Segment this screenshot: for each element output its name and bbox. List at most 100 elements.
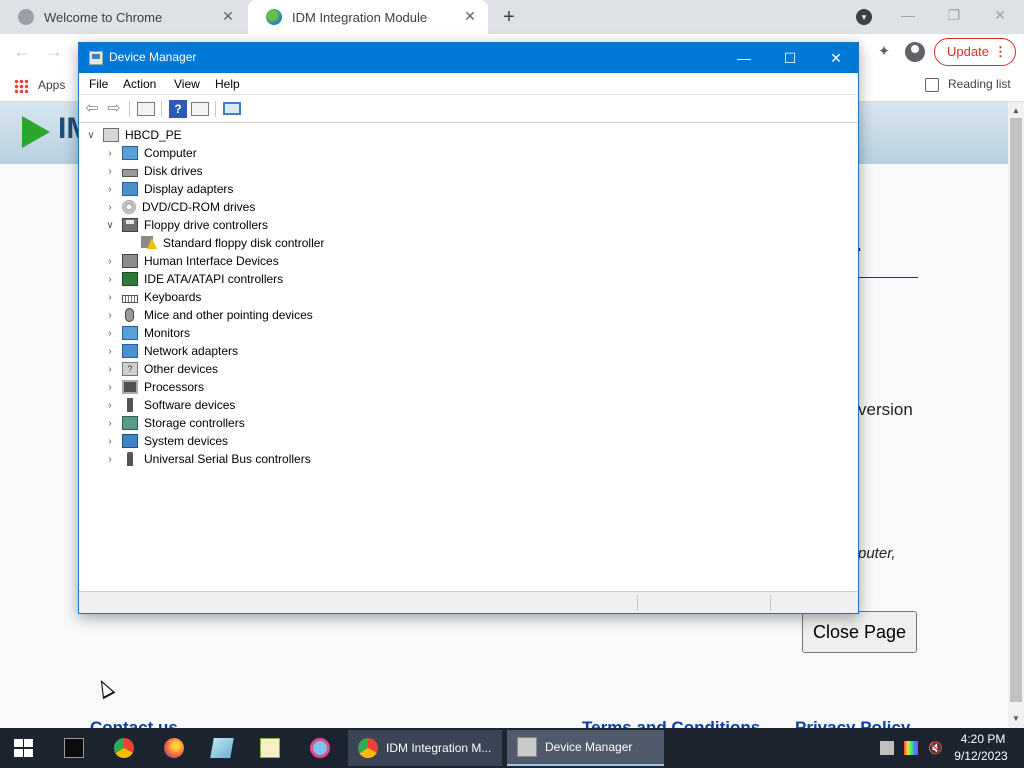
tree-item-computer[interactable]: › Computer [104, 144, 197, 162]
tree-item-keyboards[interactable]: › Keyboards [104, 288, 201, 306]
reading-list-icon[interactable] [925, 78, 939, 92]
properties-icon[interactable] [191, 102, 209, 116]
show-hide-console-tree-icon[interactable] [137, 102, 155, 116]
volume-muted-icon[interactable]: 🔇 [928, 741, 943, 755]
profile-avatar-icon[interactable] [905, 42, 925, 62]
tree-item-other-devices[interactable]: › ? Other devices [104, 360, 218, 378]
minimize-icon[interactable]: — [721, 43, 767, 73]
close-page-button[interactable]: Close Page [802, 611, 917, 653]
expand-chevron-icon[interactable]: › [104, 418, 116, 429]
tree-item-disk-drives[interactable]: › Disk drives [104, 162, 202, 180]
menu-action[interactable]: Action [123, 77, 156, 91]
computer-icon [122, 146, 138, 160]
taskbar-cmd[interactable] [50, 728, 98, 768]
collapse-chevron-icon[interactable]: ∨ [104, 220, 116, 231]
taskbar-chrome[interactable] [100, 728, 148, 768]
expand-chevron-icon[interactable]: › [104, 328, 116, 339]
tab-search-icon[interactable]: ▾ [856, 9, 872, 25]
close-tab-icon[interactable]: ✕ [462, 8, 478, 24]
expand-chevron-icon[interactable]: › [104, 436, 116, 447]
tree-item-standard-floppy-controller[interactable]: Standard floppy disk controller [141, 234, 324, 252]
menu-view[interactable]: View [174, 77, 200, 91]
menu-help[interactable]: Help [215, 77, 240, 91]
toolbar-separator [129, 101, 130, 117]
taskbar-notepad[interactable] [198, 728, 246, 768]
terms-link[interactable]: Terms and Conditions [582, 718, 760, 728]
device-manager-window: Device Manager — ☐ ✕ File Action View He… [78, 42, 859, 614]
scroll-down-icon[interactable]: ▼ [1008, 712, 1024, 726]
close-icon[interactable]: ✕ [813, 43, 859, 73]
browser-restore-icon[interactable]: ❐ [942, 4, 966, 26]
forward-icon[interactable]: ⇨ [105, 100, 123, 118]
taskbar-firefox[interactable] [150, 728, 198, 768]
tree-item-mice[interactable]: › Mice and other pointing devices [104, 306, 313, 324]
display-adapter-icon [122, 182, 138, 196]
tree-item-storage-controllers[interactable]: › Storage controllers [104, 414, 245, 432]
expand-chevron-icon[interactable]: › [104, 166, 116, 177]
back-arrow-icon[interactable]: ← [12, 42, 32, 62]
expand-chevron-icon[interactable]: › [104, 184, 116, 195]
device-manager-title-bar[interactable]: Device Manager — ☐ ✕ [79, 43, 858, 73]
expand-chevron-icon[interactable]: › [104, 346, 116, 357]
scan-hardware-icon[interactable] [223, 102, 241, 115]
network-tray-icon[interactable] [880, 741, 894, 755]
tree-item-floppy-controllers[interactable]: ∨ Floppy drive controllers [104, 216, 268, 234]
update-button[interactable]: Update ⋮ [934, 38, 1016, 66]
expand-chevron-icon[interactable]: › [104, 274, 116, 285]
more-menu-icon[interactable]: ⋮ [994, 39, 1007, 65]
expand-chevron-icon[interactable]: › [104, 202, 116, 213]
tree-item-processors[interactable]: › Processors [104, 378, 204, 396]
scrollbar-thumb[interactable] [1010, 118, 1022, 702]
help-icon[interactable]: ? [169, 100, 187, 118]
tree-item-monitors[interactable]: › Monitors [104, 324, 190, 342]
expand-chevron-icon[interactable]: › [104, 148, 116, 159]
back-icon[interactable]: ⇦ [83, 100, 101, 118]
expand-chevron-icon[interactable]: › [104, 454, 116, 465]
reading-list-button[interactable]: Reading list [948, 77, 1011, 91]
scroll-up-icon[interactable]: ▲ [1008, 104, 1024, 118]
expand-chevron-icon[interactable]: › [104, 256, 116, 267]
expand-chevron-icon[interactable]: › [104, 292, 116, 303]
maximize-icon[interactable]: ☐ [767, 43, 813, 73]
privacy-policy-link[interactable]: Privacy Policy [795, 718, 910, 728]
expand-chevron-icon[interactable]: › [104, 382, 116, 393]
browser-close-icon[interactable]: ✕ [988, 4, 1012, 26]
tree-item-system-devices[interactable]: › System devices [104, 432, 228, 450]
tab-welcome[interactable]: Welcome to Chrome ✕ [0, 0, 246, 34]
browser-minimize-icon[interactable]: — [896, 4, 920, 26]
expand-chevron-icon[interactable]: › [104, 310, 116, 321]
task-idm-chrome[interactable]: IDM Integration M... [348, 730, 502, 766]
display-tray-icon[interactable] [904, 741, 918, 755]
close-tab-icon[interactable]: ✕ [220, 8, 236, 24]
collapse-chevron-icon[interactable]: ∨ [85, 130, 97, 141]
usb-icon [127, 452, 133, 466]
tree-item-usb-controllers[interactable]: › Universal Serial Bus controllers [104, 450, 311, 468]
expand-chevron-icon[interactable]: › [104, 364, 116, 375]
new-tab-button[interactable]: + [498, 6, 520, 28]
expand-chevron-icon[interactable]: › [104, 400, 116, 411]
tree-item-network-adapters[interactable]: › Network adapters [104, 342, 238, 360]
tree-item-display-adapters[interactable]: › Display adapters [104, 180, 233, 198]
apps-bookmark[interactable]: Apps [38, 78, 65, 92]
taskbar-notepad-plus[interactable] [246, 728, 294, 768]
menu-file[interactable]: File [89, 77, 108, 91]
taskbar-tool[interactable] [296, 728, 344, 768]
forward-arrow-icon[interactable]: → [44, 42, 64, 62]
clock-date[interactable]: 9/12/2023 [948, 749, 1014, 763]
tab-idm-integration[interactable]: IDM Integration Module ✕ [248, 0, 488, 34]
tree-item-dvd-drives[interactable]: › DVD/CD-ROM drives [104, 198, 255, 216]
tree-root[interactable]: ∨ HBCD_PE [85, 126, 182, 144]
extensions-puzzle-icon[interactable]: ✦ [874, 42, 894, 62]
tree-item-hid[interactable]: › Human Interface Devices [104, 252, 279, 270]
status-separator [637, 595, 638, 611]
page-scrollbar[interactable]: ▲ ▼ [1008, 102, 1024, 728]
ide-controller-icon [122, 272, 138, 286]
apps-grid-icon[interactable] [14, 79, 28, 93]
start-button[interactable] [0, 728, 48, 768]
tree-item-ide-controllers[interactable]: › IDE ATA/ATAPI controllers [104, 270, 283, 288]
clock-time[interactable]: 4:20 PM [958, 732, 1008, 746]
contact-us-link[interactable]: Contact us [90, 718, 178, 728]
tree-item-label: Standard floppy disk controller [163, 236, 325, 250]
tree-item-software-devices[interactable]: › Software devices [104, 396, 235, 414]
task-device-manager[interactable]: Device Manager [507, 730, 664, 766]
